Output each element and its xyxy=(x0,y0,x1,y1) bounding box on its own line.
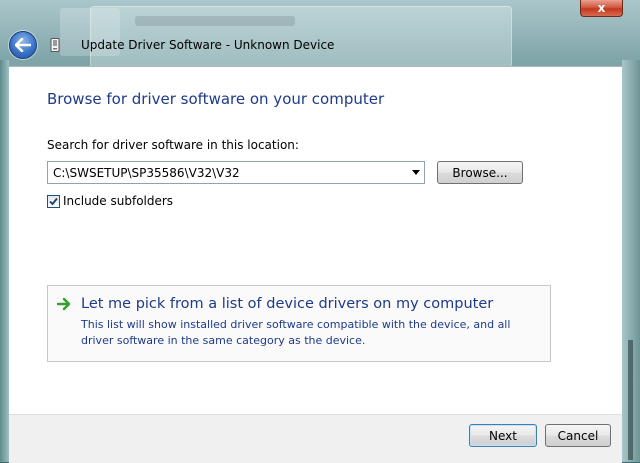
green-arrow-icon xyxy=(57,297,71,311)
search-location-value[interactable]: C:\SWSETUP\SP35586\V32\V32 xyxy=(48,166,407,180)
back-button[interactable] xyxy=(9,31,37,59)
wizard-content: Browse for driver software on your compu… xyxy=(9,66,622,415)
dropdown-button[interactable] xyxy=(407,162,424,183)
include-subfolders-checkbox[interactable] xyxy=(47,194,60,208)
search-location-label: Search for driver software in this locat… xyxy=(47,138,299,152)
pick-from-list-description: This list will show installed driver sof… xyxy=(81,318,511,347)
include-subfolders-row[interactable]: Include subfolders xyxy=(47,194,173,208)
search-location-combobox[interactable]: C:\SWSETUP\SP35586\V32\V32 xyxy=(47,161,425,184)
include-subfolders-label[interactable]: Include subfolders xyxy=(63,194,173,208)
chevron-down-icon xyxy=(411,170,420,175)
close-icon: x xyxy=(597,1,606,15)
browse-button[interactable]: Browse... xyxy=(437,161,523,184)
window-left-frame xyxy=(0,60,9,462)
checkmark-icon xyxy=(49,197,58,205)
pick-from-list-title[interactable]: Let me pick from a list of device driver… xyxy=(81,296,493,312)
pick-from-list-option[interactable]: Let me pick from a list of device driver… xyxy=(47,285,551,362)
cancel-button[interactable]: Cancel xyxy=(545,424,611,447)
close-button[interactable]: x xyxy=(580,0,623,17)
device-icon xyxy=(50,38,60,52)
wizard-footer: Next Cancel xyxy=(9,414,622,463)
background-window-title xyxy=(135,16,295,26)
window-title: Update Driver Software - Unknown Device xyxy=(81,38,335,52)
page-title: Browse for driver software on your compu… xyxy=(47,90,385,108)
window-right-frame xyxy=(622,60,640,462)
back-arrow-icon xyxy=(15,38,31,52)
next-button[interactable]: Next xyxy=(469,424,537,447)
